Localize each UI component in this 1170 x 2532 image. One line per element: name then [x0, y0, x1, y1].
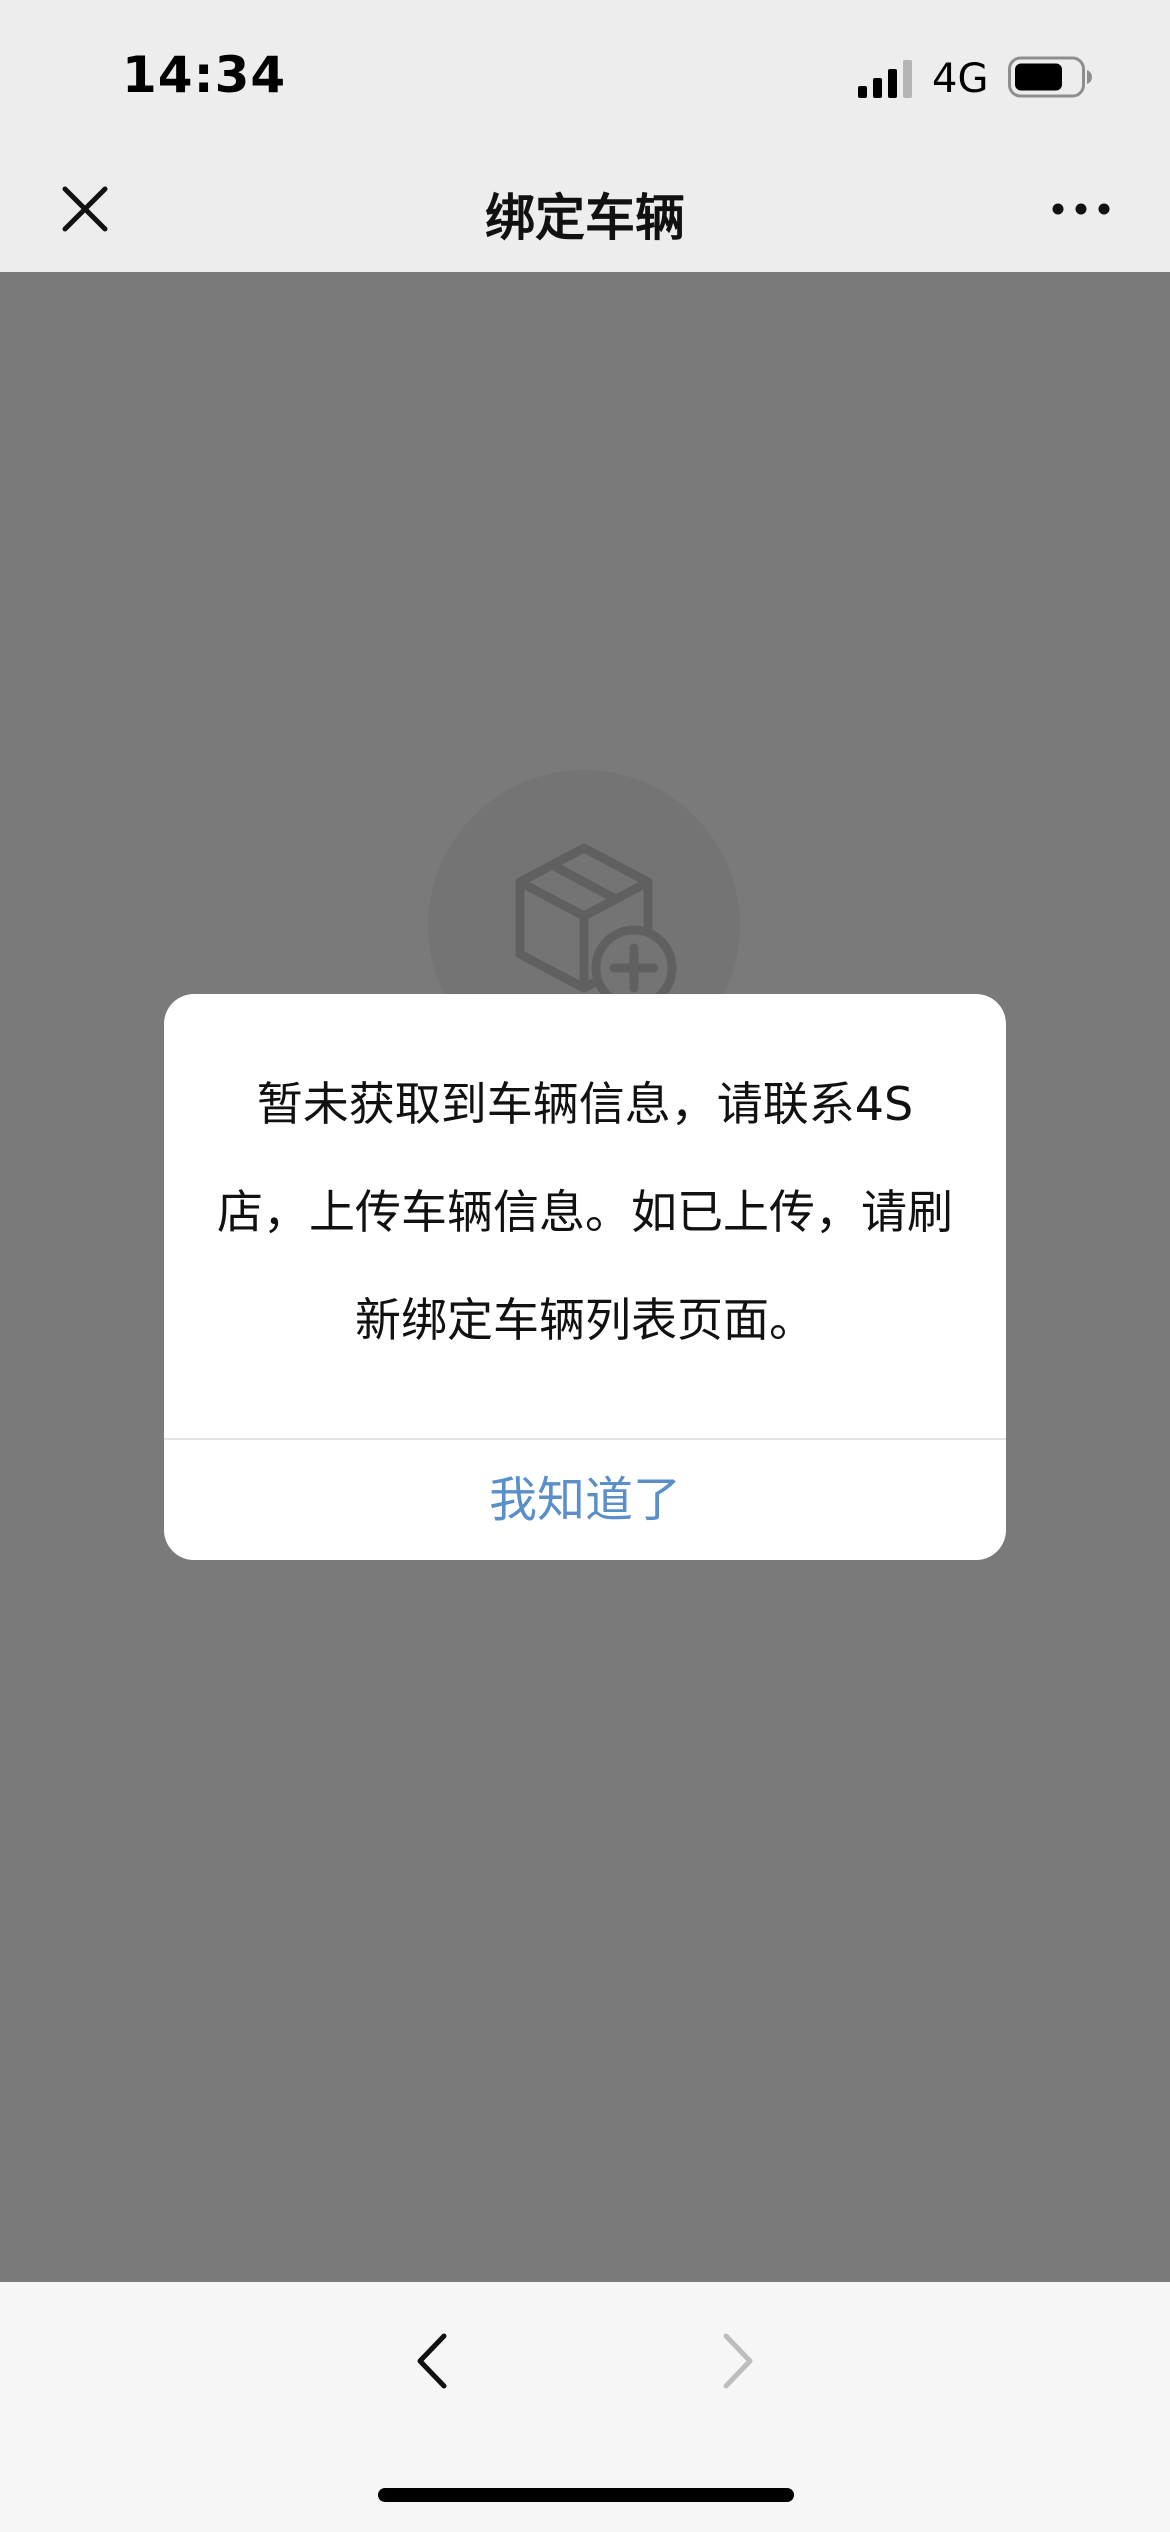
- chevron-right-icon[interactable]: [700, 2326, 772, 2396]
- home-indicator: [378, 2488, 794, 2502]
- battery-icon: [1008, 56, 1092, 98]
- alert-dialog: 暂未获取到车辆信息，请联系4S店，上传车辆信息。如已上传，请刷新绑定车辆列表页面…: [164, 994, 1006, 1560]
- dialog-message: 暂未获取到车辆信息，请联系4S店，上传车辆信息。如已上传，请刷新绑定车辆列表页面…: [217, 1077, 953, 1347]
- confirm-button[interactable]: 我知道了: [164, 1440, 1006, 1560]
- nav-bar: 绑定车辆: [0, 136, 1170, 272]
- signal-icon: [858, 60, 912, 98]
- page-title: 绑定车辆: [485, 189, 685, 247]
- more-icon[interactable]: [1046, 184, 1116, 234]
- status-time: 14:34: [122, 46, 287, 104]
- chevron-left-icon[interactable]: [398, 2326, 470, 2396]
- network-label: 4G: [932, 56, 989, 102]
- status-bar: 14:34 4G: [0, 0, 1170, 136]
